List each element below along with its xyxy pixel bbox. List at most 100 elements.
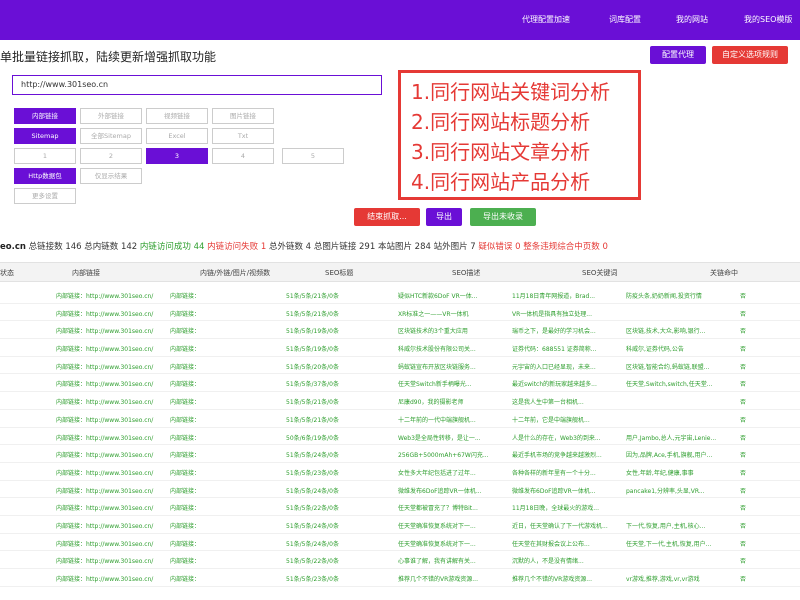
cell-seo-description: 最近手机市场的竞争越来越激烈... — [512, 452, 602, 460]
cell-seo-keywords: 女性,年龄,年纪,健康,事事 — [626, 469, 694, 477]
depth-option-1[interactable]: 1 — [14, 148, 76, 164]
cell-internal-link[interactable]: 内部链接：http://www.301seo.cn/ — [56, 503, 166, 512]
depth-option-3[interactable]: 3 — [146, 148, 208, 164]
option-sitemap[interactable]: Sitemap — [14, 128, 76, 144]
option-video-links[interactable]: 视频链接 — [146, 108, 208, 124]
feature-highlight-box: 1.同行网站关键词分析 2.同行网站标题分析 3.同行网站文章分析 4.同行网站… — [398, 70, 641, 200]
column-header-seo-title[interactable]: SEO标题 — [325, 268, 353, 278]
option-show-results-only[interactable]: 仅显示结果 — [80, 168, 142, 184]
page-headline: 单批量链接抓取，陆续更新增强抓取功能 — [0, 50, 217, 64]
results-table-header: 状态 内部链接 内链/外链/图片/视频数 SEO标题 SEO描述 SEO关键词 … — [0, 262, 800, 282]
cell-link-type: 内部链接： — [170, 505, 201, 513]
cell-internal-link[interactable]: 内部链接：http://www.301seo.cn/ — [56, 415, 166, 424]
cell-link-counts: 51条/5条/24条/0条 — [286, 540, 339, 548]
results-table-body: 内部链接：http://www.301seo.cn/内部链接： 51条/5条/21… — [0, 286, 800, 587]
cell-link-counts: 51条/5条/22条/0条 — [286, 505, 339, 513]
cell-link-type: 内部链接： — [170, 346, 201, 354]
cell-seo-description: VR一体机是指具有独立处理... — [512, 310, 592, 318]
cell-internal-link[interactable]: 内部链接：http://www.301seo.cn/ — [56, 433, 166, 442]
cell-seo-keywords: 因为,品牌,Ace,手机,旗舰,用户... — [626, 452, 713, 460]
cell-link-counts: 51条/5条/21条/0条 — [286, 310, 339, 318]
cell-internal-link[interactable]: 内部链接：http://www.301seo.cn/ — [56, 539, 166, 548]
table-row[interactable]: 内部链接：http://www.301seo.cn/内部链接： 51条/5条/21… — [0, 392, 800, 410]
depth-option-2[interactable]: 2 — [80, 148, 142, 164]
url-input[interactable]: http://www.301seo.cn — [12, 75, 382, 95]
cell-internal-link[interactable]: 内部链接：http://www.301seo.cn/ — [56, 521, 166, 530]
stop-crawl-button[interactable]: 结束抓取... — [354, 208, 420, 226]
cell-internal-link[interactable]: 内部链接：http://www.301seo.cn/ — [56, 326, 166, 335]
cell-link-counts: 51条/5条/24条/0条 — [286, 522, 339, 530]
nav-keyword-config[interactable]: 词库配置 — [609, 14, 641, 25]
column-header-link-hit[interactable]: 关链命中 — [710, 268, 738, 278]
option-http-packet[interactable]: Http数据包 — [14, 168, 76, 184]
depth-option-5[interactable]: 5 — [282, 148, 344, 164]
table-row[interactable]: 内部链接：http://www.301seo.cn/内部链接： 51条/5条/23… — [0, 463, 800, 481]
cell-internal-link[interactable]: 内部链接：http://www.301seo.cn/ — [56, 397, 166, 406]
export-button[interactable]: 导出 — [426, 208, 462, 226]
cell-seo-title: 科威尔技术股份有限公司关... — [398, 346, 476, 354]
cell-internal-link[interactable]: 内部链接：http://www.301seo.cn/ — [56, 309, 166, 318]
more-settings-button[interactable]: 更多设置 — [14, 188, 76, 204]
cell-internal-link[interactable]: 内部链接：http://www.301seo.cn/ — [56, 574, 166, 583]
cell-seo-description: 最近switch的新玩家越来越多... — [512, 381, 597, 389]
cell-link-hit: 否 — [740, 293, 747, 300]
column-header-internal-link[interactable]: 内部链接 — [72, 268, 100, 278]
cell-internal-link[interactable]: 内部链接：http://www.301seo.cn/ — [56, 556, 166, 565]
cell-internal-link[interactable]: 内部链接：http://www.301seo.cn/ — [56, 344, 166, 353]
configure-proxy-button[interactable]: 配置代理 — [650, 46, 706, 64]
cell-internal-link[interactable]: 内部链接：http://www.301seo.cn/ — [56, 379, 166, 388]
cell-link-hit: 否 — [740, 346, 747, 354]
export-unindexed-button[interactable]: 导出未收录 — [470, 208, 536, 226]
cell-link-counts: 51条/5条/21条/0条 — [286, 399, 339, 407]
cell-seo-description: 各种各样的新年里有一个十分... — [512, 469, 596, 477]
column-header-status[interactable]: 状态 — [0, 268, 14, 278]
table-row[interactable]: 内部链接：http://www.301seo.cn/内部链接： 51条/5条/24… — [0, 534, 800, 552]
table-row[interactable]: 内部链接：http://www.301seo.cn/内部链接： 51条/5条/37… — [0, 374, 800, 393]
cell-seo-title: 任天堂Switch新手柄曝光... — [398, 381, 472, 389]
cell-link-hit: 否 — [740, 310, 747, 318]
cell-seo-description: 元宇宙的入口已经显现，未来... — [512, 363, 596, 371]
table-row[interactable]: 内部链接：http://www.301seo.cn/内部链接： 51条/5条/22… — [0, 498, 800, 516]
table-row[interactable]: 内部链接：http://www.301seo.cn/内部链接： 51条/5条/24… — [0, 481, 800, 499]
table-row[interactable]: 内部链接：http://www.301seo.cn/内部链接： 51条/5条/19… — [0, 321, 800, 340]
cell-internal-link[interactable]: 内部链接：http://www.301seo.cn/ — [56, 486, 166, 495]
cell-internal-link[interactable]: 内部链接：http://www.301seo.cn/ — [56, 450, 166, 459]
column-header-link-counts[interactable]: 内链/外链/图片/视频数 — [200, 268, 270, 278]
cell-link-hit: 否 — [740, 434, 747, 442]
table-row[interactable]: 内部链接：http://www.301seo.cn/内部链接： 51条/5条/21… — [0, 410, 800, 428]
table-row[interactable]: 内部链接：http://www.301seo.cn/内部链接： 50条/6条/19… — [0, 428, 800, 446]
stats-domain: eo.cn — [0, 242, 26, 252]
cell-link-counts: 51条/5条/24条/0条 — [286, 487, 339, 495]
cell-seo-description: 人是什么的存在，Web3的到来... — [512, 434, 601, 442]
nav-seo-templates[interactable]: 我的SEO模版 — [744, 14, 792, 25]
nav-proxy-config[interactable]: 代理配置加速 — [522, 14, 570, 25]
cell-link-hit: 否 — [740, 363, 747, 371]
column-header-seo-keywords[interactable]: SEO关键词 — [582, 268, 617, 278]
option-txt[interactable]: Txt — [212, 128, 274, 144]
option-internal-links[interactable]: 内部链接 — [14, 108, 76, 124]
cell-link-hit: 否 — [740, 558, 747, 566]
custom-rules-button[interactable]: 自定义选项规则 — [712, 46, 788, 64]
cell-internal-link[interactable]: 内部链接：http://www.301seo.cn/ — [56, 291, 166, 300]
table-row[interactable]: 内部链接：http://www.301seo.cn/内部链接： 51条/5条/22… — [0, 551, 800, 569]
cell-internal-link[interactable]: 内部链接：http://www.301seo.cn/ — [56, 362, 166, 371]
column-header-seo-description[interactable]: SEO描述 — [452, 268, 480, 278]
nav-my-sites[interactable]: 我的网站 — [676, 14, 708, 25]
table-row[interactable]: 内部链接：http://www.301seo.cn/内部链接： 51条/5条/20… — [0, 357, 800, 375]
option-image-links[interactable]: 图片链接 — [212, 108, 274, 124]
option-external-links[interactable]: 外部链接 — [80, 108, 142, 124]
option-all-sitemap[interactable]: 全部Sitemap — [80, 128, 142, 144]
cell-internal-link[interactable]: 内部链接：http://www.301seo.cn/ — [56, 468, 166, 477]
cell-link-counts: 51条/5条/20条/0条 — [286, 363, 339, 371]
option-excel[interactable]: Excel — [146, 128, 208, 144]
cell-link-type: 内部链接： — [170, 363, 201, 371]
cell-seo-keywords: 防疫头条,奶奶新闻,投资行情 — [626, 293, 702, 300]
table-row[interactable]: 内部链接：http://www.301seo.cn/内部链接： 51条/5条/24… — [0, 445, 800, 463]
depth-option-4[interactable]: 4 — [212, 148, 274, 164]
table-row[interactable]: 内部链接：http://www.301seo.cn/内部链接： 51条/5条/24… — [0, 516, 800, 534]
cell-link-counts: 51条/5条/23条/0条 — [286, 576, 339, 583]
table-row[interactable]: 内部链接：http://www.301seo.cn/内部链接： 51条/5条/19… — [0, 339, 800, 357]
table-row[interactable]: 内部链接：http://www.301seo.cn/内部链接： 51条/5条/21… — [0, 286, 800, 304]
table-row[interactable]: 内部链接：http://www.301seo.cn/内部链接： 51条/5条/23… — [0, 569, 800, 587]
table-row[interactable]: 内部链接：http://www.301seo.cn/内部链接： 51条/5条/21… — [0, 304, 800, 322]
